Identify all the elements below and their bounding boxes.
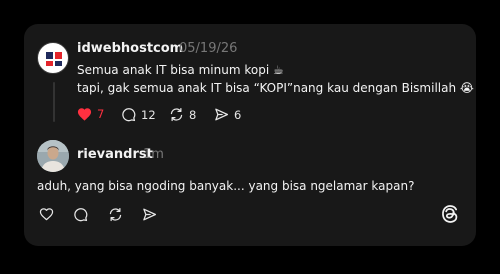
repost-count: 8 xyxy=(189,107,197,122)
avatar-rievandrst[interactable] xyxy=(37,140,69,172)
reply-comment-button[interactable] xyxy=(73,207,88,222)
threads-embed-card: idwebhostcom 05/19/26 Semua anak IT bisa… xyxy=(24,24,476,246)
send-arrow-icon xyxy=(215,108,229,121)
reply-button[interactable]: 12 xyxy=(121,107,156,122)
send-arrow-icon xyxy=(143,208,157,221)
reply-repost-button[interactable] xyxy=(108,207,123,222)
reply-timestamp[interactable]: 1m xyxy=(143,147,164,162)
share-count: 6 xyxy=(234,107,242,122)
threads-at-logo xyxy=(442,205,458,223)
threads-logo-icon[interactable] xyxy=(440,204,460,228)
reply-count: 12 xyxy=(141,107,156,122)
heart-filled-icon xyxy=(77,108,92,121)
post-username[interactable]: idwebhostcom xyxy=(77,41,183,56)
heart-outline-icon xyxy=(39,208,54,221)
like-button[interactable]: 7 xyxy=(77,107,104,121)
like-count: 7 xyxy=(97,107,105,121)
repost-button[interactable]: 8 xyxy=(169,107,196,122)
repost-icon xyxy=(109,207,122,222)
post-text-line-1: Semua anak IT bisa minum kopi ☕ xyxy=(77,63,284,77)
comment-bubble-icon xyxy=(122,108,136,122)
avatar-idwebhostcom[interactable] xyxy=(37,42,69,74)
reply-text: aduh, yang bisa ngoding banyak... yang b… xyxy=(37,179,415,193)
share-button[interactable]: 6 xyxy=(214,107,241,122)
idwebhost-logo-icon xyxy=(46,52,62,66)
repost-icon xyxy=(170,107,183,122)
reply-username[interactable]: rievandrst xyxy=(77,147,153,162)
post-text-line-2: tapi, gak semua anak IT bisa “KOPI”nang … xyxy=(77,81,476,95)
reply-like-button[interactable] xyxy=(39,207,54,221)
post-timestamp[interactable]: 05/19/26 xyxy=(179,41,237,56)
reply-share-button[interactable] xyxy=(142,207,157,222)
thread-connector-line xyxy=(53,82,55,122)
comment-bubble-icon xyxy=(74,208,88,222)
user-photo-icon xyxy=(37,140,69,172)
